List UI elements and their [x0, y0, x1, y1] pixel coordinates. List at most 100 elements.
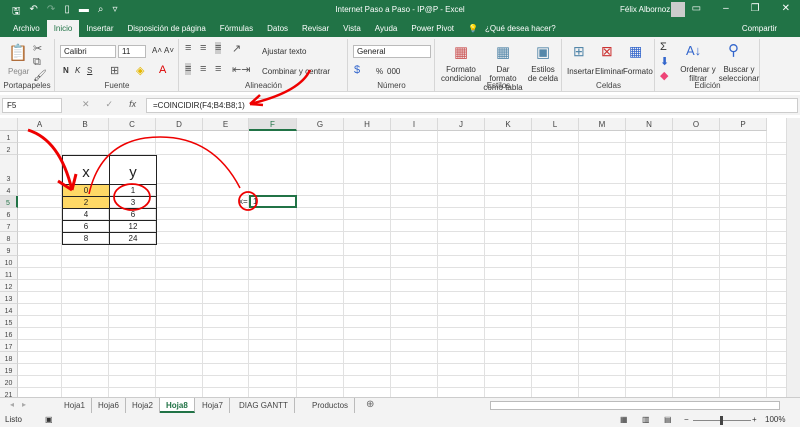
number-format-select[interactable]: General — [353, 45, 431, 58]
zoom-out-icon[interactable]: − — [684, 413, 689, 427]
sheet-tab[interactable]: Hoja7 — [196, 398, 230, 413]
column-header-K[interactable]: K — [485, 118, 532, 131]
thousands-button[interactable]: 000 — [387, 67, 400, 76]
column-header-A[interactable]: A — [18, 118, 62, 131]
header-y-cell[interactable]: y — [109, 155, 157, 185]
italic-button[interactable]: K — [75, 66, 80, 75]
tab-archivo[interactable]: Archivo — [6, 20, 47, 37]
borders-icon[interactable]: ⊞ — [110, 64, 119, 77]
row-header-9[interactable]: 9 — [0, 244, 18, 256]
insert-function-button[interactable]: fx — [129, 99, 136, 110]
column-header-F[interactable]: F — [249, 118, 297, 131]
sheet-tab[interactable]: Productos — [306, 398, 356, 413]
ribbon-display-icon[interactable]: ▭ — [692, 3, 701, 14]
tab-power-pivot[interactable]: Power Pivot — [404, 20, 461, 37]
header-x-cell[interactable]: x — [62, 155, 110, 185]
percent-button[interactable]: % — [376, 67, 383, 76]
prev-sheet-icon[interactable]: ◂ — [10, 400, 14, 409]
font-size-select[interactable]: 11 — [118, 45, 146, 58]
insert-button[interactable]: Insertar — [567, 67, 594, 76]
enter-icon[interactable]: ✓ — [106, 99, 114, 110]
sheet-tab[interactable]: Hoja1 — [58, 398, 92, 413]
row-header-5[interactable]: 5 — [0, 196, 18, 208]
align-center-icon[interactable]: ≡ — [200, 63, 206, 75]
row-header-3[interactable]: 3 — [0, 155, 18, 184]
macro-record-icon[interactable]: ▣ — [45, 413, 53, 427]
column-header-L[interactable]: L — [532, 118, 579, 131]
row-header-10[interactable]: 10 — [0, 256, 18, 268]
cut-icon[interactable]: ✂ — [33, 42, 42, 55]
table-cell-y[interactable]: 24 — [109, 232, 157, 245]
column-header-O[interactable]: O — [673, 118, 720, 131]
zoom-level[interactable]: 100% — [765, 413, 785, 427]
tab-insertar[interactable]: Insertar — [79, 20, 120, 37]
column-header-E[interactable]: E — [203, 118, 249, 131]
tab-datos[interactable]: Datos — [260, 20, 295, 37]
column-header-G[interactable]: G — [297, 118, 344, 131]
page-layout-icon[interactable]: ▥ — [642, 413, 650, 427]
avatar[interactable] — [671, 2, 685, 17]
lookup-label[interactable]: x= — [239, 197, 248, 206]
column-header-N[interactable]: N — [626, 118, 673, 131]
bold-button[interactable]: N — [63, 66, 69, 75]
column-header-D[interactable]: D — [156, 118, 203, 131]
row-header-8[interactable]: 8 — [0, 232, 18, 244]
indent-icon[interactable]: ⇤⇥ — [232, 63, 250, 76]
row-header-17[interactable]: 17 — [0, 340, 18, 352]
delete-button[interactable]: Eliminar — [595, 67, 624, 76]
column-header-I[interactable]: I — [391, 118, 438, 131]
increase-font-icon[interactable]: A˄ — [152, 46, 162, 55]
zoom-slider[interactable] — [693, 416, 751, 425]
merge-center-button[interactable]: Combinar y centrar — [262, 67, 330, 76]
zoom-in-icon[interactable]: + — [752, 413, 757, 427]
align-middle-icon[interactable]: ≡ — [200, 42, 206, 54]
sheet-tab[interactable]: Hoja8 — [160, 398, 195, 413]
column-header-P[interactable]: P — [720, 118, 767, 131]
row-header-1[interactable]: 1 — [0, 131, 18, 143]
page-break-icon[interactable]: ▤ — [664, 413, 672, 427]
row-header-12[interactable]: 12 — [0, 280, 18, 292]
autosum-button[interactable]: Σ — [660, 41, 667, 53]
column-header-B[interactable]: B — [62, 118, 109, 131]
font-name-select[interactable]: Calibri — [60, 45, 116, 58]
row-header-2[interactable]: 2 — [0, 143, 18, 155]
row-header-11[interactable]: 11 — [0, 268, 18, 280]
restore-icon[interactable]: ❐ — [751, 3, 760, 14]
minimize-icon[interactable]: – — [723, 3, 729, 14]
tab-inicio[interactable]: Inicio — [46, 20, 80, 37]
sheet-tab[interactable]: Hoja2 — [126, 398, 160, 413]
column-header-M[interactable]: M — [579, 118, 626, 131]
underline-button[interactable]: S — [87, 66, 92, 75]
close-icon[interactable]: ✕ — [782, 3, 790, 14]
tab-formulas[interactable]: Fórmulas — [213, 20, 260, 37]
horizontal-scrollbar[interactable] — [490, 401, 780, 410]
align-right-icon[interactable]: ≡ — [215, 63, 221, 75]
currency-icon[interactable]: $ — [354, 64, 360, 76]
row-header-16[interactable]: 16 — [0, 328, 18, 340]
name-box[interactable]: F5 — [2, 98, 62, 113]
next-sheet-icon[interactable]: ▸ — [22, 400, 26, 409]
cancel-icon[interactable]: ✕ — [82, 99, 90, 110]
orientation-icon[interactable]: ↗ — [232, 42, 241, 55]
sheet-tab[interactable]: DIAG GANTT — [233, 398, 295, 413]
row-header-20[interactable]: 20 — [0, 376, 18, 388]
select-all-button[interactable] — [0, 118, 18, 131]
row-header-19[interactable]: 19 — [0, 364, 18, 376]
row-header-7[interactable]: 7 — [0, 220, 18, 232]
tab-ayuda[interactable]: Ayuda — [368, 20, 405, 37]
align-left-icon[interactable]: ≡ — [185, 63, 192, 75]
formula-input[interactable]: =COINCIDIR(F4;B4:B8;1) — [146, 98, 798, 113]
row-header-6[interactable]: 6 — [0, 208, 18, 220]
copy-icon[interactable]: ⧉ — [33, 56, 41, 69]
row-header-18[interactable]: 18 — [0, 352, 18, 364]
paste-button[interactable]: Pegar — [8, 67, 29, 76]
selected-cell-f5[interactable]: 1 — [249, 195, 297, 208]
row-header-21[interactable]: 21 — [0, 388, 18, 397]
fill-icon[interactable]: ⬇ — [660, 55, 669, 68]
paste-icon[interactable]: 📋 — [8, 43, 28, 63]
add-sheet-icon[interactable]: ⊕ — [366, 399, 374, 410]
tab-revisar[interactable]: Revisar — [295, 20, 336, 37]
tab-disposicion[interactable]: Disposición de página — [121, 20, 213, 37]
row-header-14[interactable]: 14 — [0, 304, 18, 316]
worksheet-grid[interactable]: x y 0 1 2 3 4 6 6 12 8 24 x= 1 ABCDEFGHIJKLMNOP12… — [0, 118, 786, 397]
